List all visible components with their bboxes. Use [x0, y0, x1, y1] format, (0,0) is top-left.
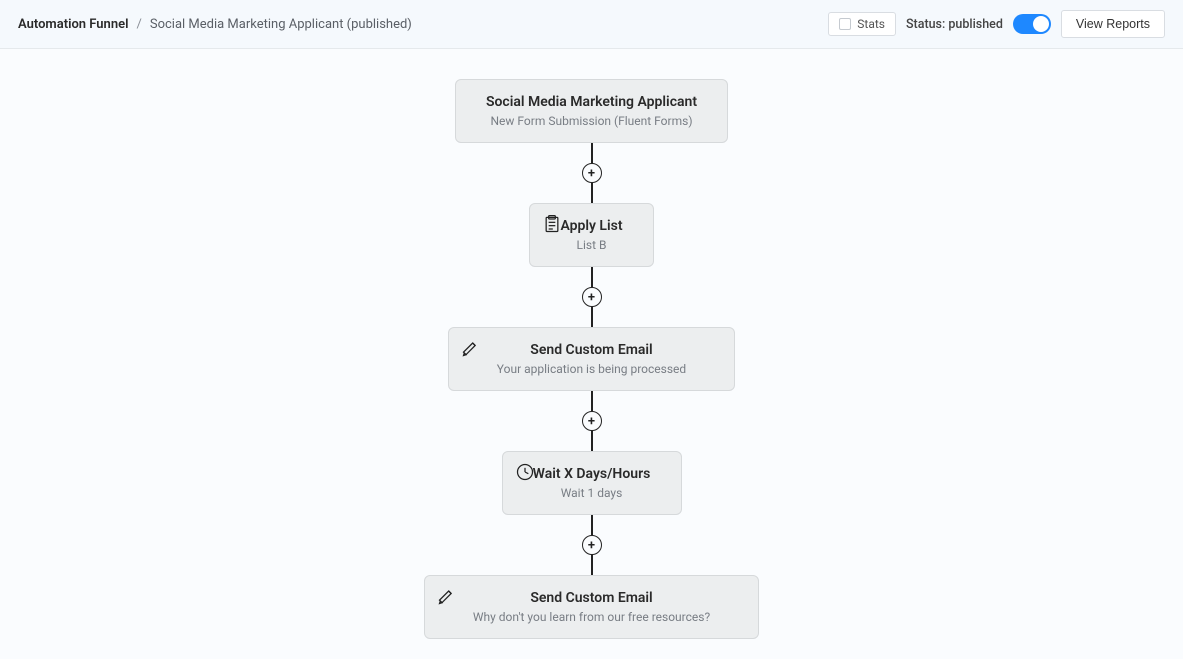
- connector-line: [591, 431, 593, 451]
- breadcrumb: Automation Funnel / Social Media Marketi…: [18, 17, 412, 32]
- status-label: Status: published: [906, 17, 1003, 32]
- step-title: Apply List: [560, 218, 622, 234]
- connector: +: [582, 143, 602, 203]
- connector-line: [591, 267, 593, 287]
- step-send-email-1[interactable]: Send Custom Email Your application is be…: [448, 327, 735, 391]
- step-apply-list[interactable]: Apply List List B: [529, 203, 653, 267]
- step-send-email-2[interactable]: Send Custom Email Why don't you learn fr…: [424, 575, 759, 639]
- step-subtitle: Your application is being processed: [497, 362, 686, 376]
- connector-line: [591, 143, 593, 163]
- stats-label: Stats: [857, 17, 885, 31]
- connector-line: [591, 307, 593, 327]
- step-title: Send Custom Email: [497, 342, 686, 358]
- header: Automation Funnel / Social Media Marketi…: [0, 0, 1183, 49]
- add-step-button[interactable]: +: [582, 535, 602, 555]
- connector-line: [591, 391, 593, 411]
- view-reports-button[interactable]: View Reports: [1061, 10, 1165, 38]
- step-wait[interactable]: Wait X Days/Hours Wait 1 days: [502, 451, 682, 515]
- add-step-button[interactable]: +: [582, 411, 602, 431]
- pen-icon: [461, 338, 481, 362]
- trigger-title: Social Media Marketing Applicant: [486, 94, 697, 110]
- breadcrumb-root[interactable]: Automation Funnel: [18, 17, 128, 32]
- pen-icon: [437, 586, 457, 610]
- connector-line: [591, 515, 593, 535]
- stats-checkbox[interactable]: [839, 18, 851, 30]
- step-subtitle: Wait 1 days: [533, 486, 651, 500]
- toggle-knob: [1033, 16, 1049, 32]
- step-title: Wait X Days/Hours: [533, 466, 651, 482]
- step-title: Send Custom Email: [473, 590, 710, 606]
- breadcrumb-current: Social Media Marketing Applicant (publis…: [150, 17, 412, 32]
- add-step-button[interactable]: +: [582, 163, 602, 183]
- trigger-subtitle: New Form Submission (Fluent Forms): [486, 114, 697, 128]
- trigger-node[interactable]: Social Media Marketing Applicant New For…: [455, 79, 728, 143]
- stats-toggle-box[interactable]: Stats: [828, 12, 896, 36]
- clipboard-icon: [542, 214, 562, 238]
- header-actions: Stats Status: published View Reports: [828, 10, 1165, 38]
- connector: +: [582, 515, 602, 575]
- connector-line: [591, 555, 593, 575]
- step-subtitle: Why don't you learn from our free resour…: [473, 610, 710, 624]
- status-toggle[interactable]: [1013, 14, 1051, 34]
- step-subtitle: List B: [560, 238, 622, 252]
- funnel-canvas[interactable]: Social Media Marketing Applicant New For…: [0, 49, 1183, 659]
- connector: +: [582, 391, 602, 451]
- connector-line: [591, 183, 593, 203]
- add-step-button[interactable]: +: [582, 287, 602, 307]
- breadcrumb-separator: /: [136, 17, 141, 32]
- clock-icon: [515, 462, 535, 486]
- connector: +: [582, 267, 602, 327]
